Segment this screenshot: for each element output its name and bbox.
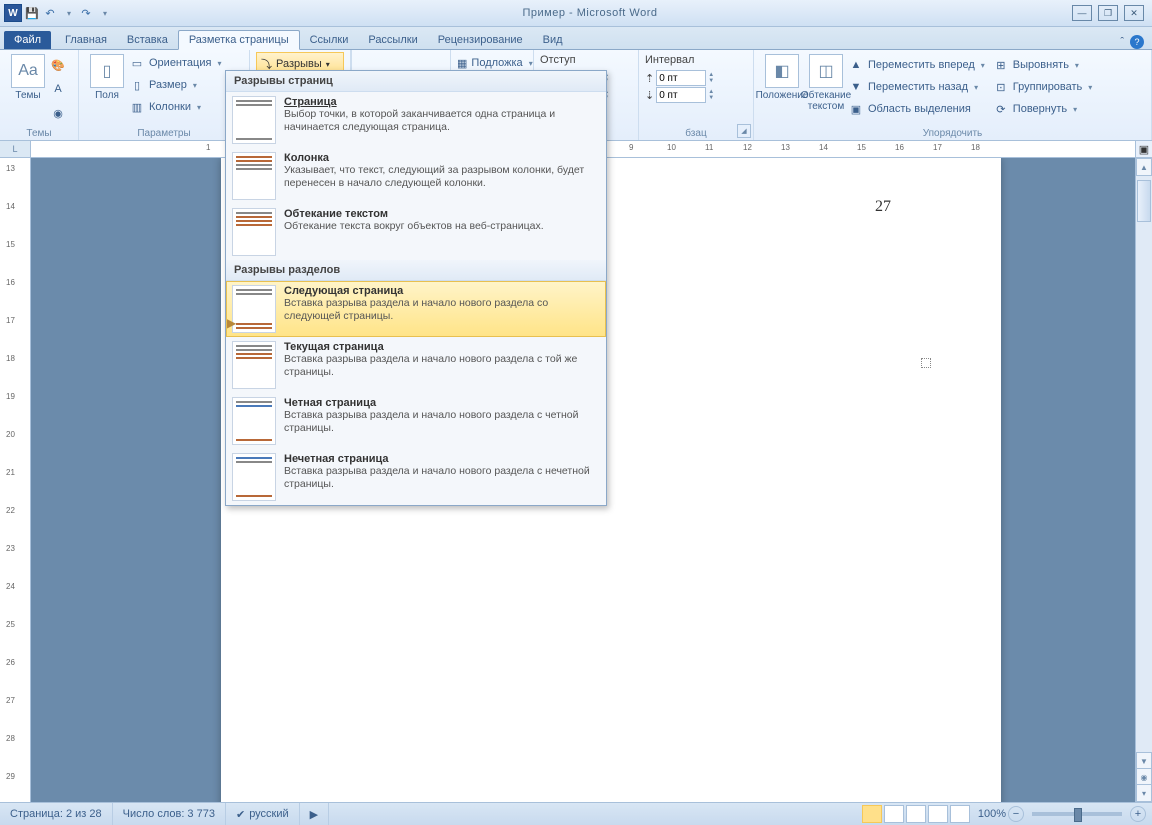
group-button[interactable]: ⊡Группировать xyxy=(993,76,1093,98)
undo-icon[interactable]: ↶ xyxy=(42,5,58,21)
view-draft[interactable] xyxy=(950,805,970,823)
size-icon: ▯ xyxy=(129,77,145,93)
view-outline[interactable] xyxy=(928,805,948,823)
status-macro[interactable]: ▶ xyxy=(300,803,329,825)
statusbar: Страница: 2 из 28 Число слов: 3 773 ✔рус… xyxy=(0,802,1152,825)
tab-home[interactable]: Главная xyxy=(55,31,117,49)
tab-mailings[interactable]: Рассылки xyxy=(358,31,427,49)
breaks-dropdown: Разрывы страниц СтраницаВыбор точки, в к… xyxy=(225,70,607,506)
paragraph-launcher[interactable]: ◢ xyxy=(737,124,751,138)
selection-pane-button[interactable]: ▣Область выделения xyxy=(848,98,985,120)
proofing-icon: ✔ xyxy=(236,808,245,821)
qat-customize-icon[interactable] xyxy=(96,5,112,21)
columns-button[interactable]: ▥Колонки xyxy=(129,96,221,118)
group-themes-label: Темы xyxy=(0,128,78,139)
dropdown-header-sectionbreaks: Разрывы разделов xyxy=(226,260,606,281)
vertical-scrollbar[interactable]: ▲ ▼ ◉ ▾ xyxy=(1135,158,1152,802)
margins-button[interactable]: ▯ Поля xyxy=(85,52,129,122)
indent-label: Отступ xyxy=(540,52,632,68)
zoom-out-icon[interactable]: − xyxy=(1008,806,1024,822)
margins-icon: ▯ xyxy=(90,54,124,88)
view-print-layout[interactable] xyxy=(862,805,882,823)
ruler-corner[interactable]: L xyxy=(0,141,31,157)
align-button[interactable]: ⊞Выровнять xyxy=(993,54,1093,76)
columns-icon: ▥ xyxy=(129,99,145,115)
spacing-after-spinner[interactable]: ⇣▲▼ xyxy=(645,87,747,103)
next-page-icon[interactable]: ▾ xyxy=(1136,784,1152,802)
ruler-vertical[interactable]: 13 14 15 16 17 18 19 20 21 22 23 24 25 2… xyxy=(0,158,31,802)
wrap-text-icon: ◫ xyxy=(809,54,843,88)
break-continuous[interactable]: Текущая страницаВставка разрыва раздела … xyxy=(226,337,606,393)
tab-insert[interactable]: Вставка xyxy=(117,31,178,49)
spacing-after-input[interactable] xyxy=(656,87,706,103)
status-language[interactable]: ✔русский xyxy=(226,803,300,825)
theme-effects-icon[interactable]: ◉ xyxy=(50,102,66,124)
themes-button[interactable]: Aa Темы xyxy=(6,52,50,122)
status-page[interactable]: Страница: 2 из 28 xyxy=(0,803,113,825)
theme-fonts-icon[interactable]: A xyxy=(50,78,66,100)
group-paragraph-label: бзац xyxy=(639,128,753,139)
scroll-up-icon[interactable]: ▲ xyxy=(1136,158,1152,176)
view-full-screen[interactable] xyxy=(884,805,904,823)
wrap-text-button[interactable]: ◫Обтекание текстом xyxy=(804,52,848,122)
scroll-thumb[interactable] xyxy=(1137,180,1151,222)
position-icon: ◧ xyxy=(765,54,799,88)
tab-file[interactable]: Файл xyxy=(4,31,51,49)
break-odd-page[interactable]: Нечетная страницаВставка разрыва раздела… xyxy=(226,449,606,505)
zoom-level[interactable]: 100% xyxy=(978,808,1006,820)
save-icon[interactable]: 💾 xyxy=(24,5,40,21)
theme-colors-icon[interactable]: 🎨 xyxy=(50,54,66,76)
orientation-button[interactable]: ▭Ориентация xyxy=(129,52,221,74)
spacing-before-input[interactable] xyxy=(656,70,706,86)
bring-forward-button[interactable]: ▲Переместить вперед xyxy=(848,54,985,76)
ruler-toggle-icon[interactable]: ▣ xyxy=(1135,141,1152,157)
macro-icon: ▶ xyxy=(310,808,318,821)
position-button[interactable]: ◧Положение xyxy=(760,52,804,122)
status-wordcount[interactable]: Число слов: 3 773 xyxy=(113,803,226,825)
zoom-in-icon[interactable]: + xyxy=(1130,806,1146,822)
titlebar: W 💾 ↶ ↷ Пример - Microsoft Word — ❐ ✕ xyxy=(0,0,1152,27)
word-icon: W xyxy=(4,4,22,22)
break-text-wrapping[interactable]: Обтекание текстомОбтекание текста вокруг… xyxy=(226,204,606,260)
tab-review[interactable]: Рецензирование xyxy=(428,31,533,49)
restore-button[interactable]: ❐ xyxy=(1098,5,1118,21)
help-icon[interactable]: ? xyxy=(1130,35,1144,49)
window-title: Пример - Microsoft Word xyxy=(116,7,1064,19)
break-column[interactable]: КолонкаУказывает, что текст, следующий з… xyxy=(226,148,606,204)
group-arrange-label: Упорядочить xyxy=(754,128,1151,139)
send-backward-button[interactable]: ▼Переместить назад xyxy=(848,76,985,98)
spacing-before-spinner[interactable]: ⇡▲▼ xyxy=(645,70,747,86)
themes-icon: Aa xyxy=(11,54,45,88)
tab-references[interactable]: Ссылки xyxy=(300,31,359,49)
zoom-slider[interactable] xyxy=(1032,812,1122,816)
watermark-icon: ▦ xyxy=(457,55,467,71)
redo-icon[interactable]: ↷ xyxy=(78,5,94,21)
quick-access-toolbar: W 💾 ↶ ↷ xyxy=(0,4,116,22)
minimize-ribbon-icon[interactable]: ˆ xyxy=(1120,36,1124,48)
page-number: 27 xyxy=(875,198,891,216)
tab-view[interactable]: Вид xyxy=(533,31,573,49)
minimize-button[interactable]: — xyxy=(1072,5,1092,21)
size-button[interactable]: ▯Размер xyxy=(129,74,221,96)
anchor-marker xyxy=(921,358,931,368)
orientation-icon: ▭ xyxy=(129,55,145,71)
spacing-label: Интервал xyxy=(645,52,747,68)
break-page[interactable]: СтраницаВыбор точки, в которой заканчива… xyxy=(226,92,606,148)
undo-dropdown-icon[interactable] xyxy=(60,5,76,21)
group-pagesetup-label: Параметры xyxy=(79,128,249,139)
rotate-button[interactable]: ⟳Повернуть xyxy=(993,98,1093,120)
break-next-page[interactable]: Следующая страницаВставка разрыва раздел… xyxy=(226,281,606,337)
tab-page-layout[interactable]: Разметка страницы xyxy=(178,30,300,50)
view-web-layout[interactable] xyxy=(906,805,926,823)
selection-indicator-icon: ▶ xyxy=(227,316,236,330)
ribbon-tabs: Файл Главная Вставка Разметка страницы С… xyxy=(0,27,1152,50)
close-button[interactable]: ✕ xyxy=(1124,5,1144,21)
dropdown-header-pagebreaks: Разрывы страниц xyxy=(226,71,606,92)
break-even-page[interactable]: Четная страницаВставка разрыва раздела и… xyxy=(226,393,606,449)
